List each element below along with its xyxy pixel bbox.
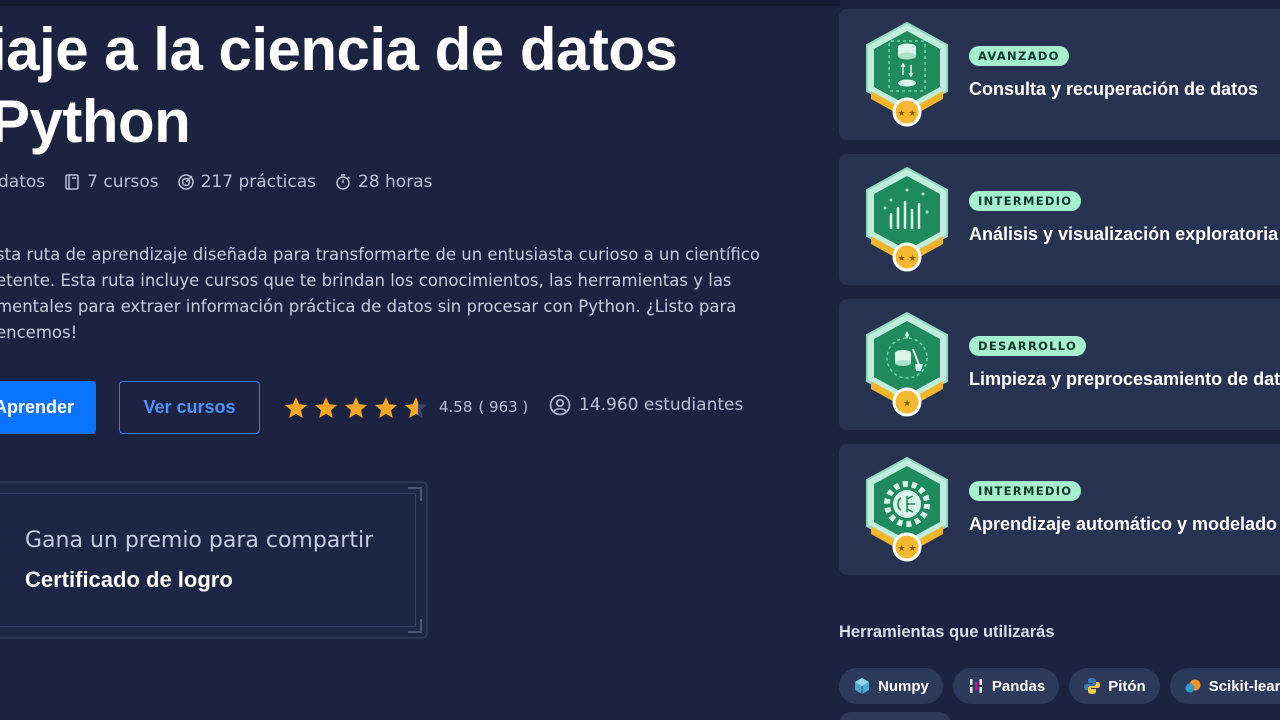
certificate-card: Gana un premio para compartir Certificad… xyxy=(0,481,428,639)
rating-count: ( 963 ) xyxy=(478,398,529,416)
tool-chip-scikit-learn[interactable]: Scikit-learn xyxy=(1169,668,1280,704)
skill-title: Análisis y visualización exploratoria xyxy=(969,224,1279,244)
rating-summary: 4.58 ( 963 ) xyxy=(439,398,528,416)
students-label: 14.960 estudiantes xyxy=(579,395,744,415)
tools-list: Numpy Pandas Pitón Scikit-learn xyxy=(839,668,1280,704)
tool-label: Pandas xyxy=(991,677,1046,695)
skill-card[interactable]: ★ ★ INTERMEDIO Análisis y visualización … xyxy=(839,154,1280,285)
certificate-subtitle: Gana un premio para compartir xyxy=(25,528,374,553)
meta-practices: 217 prácticas xyxy=(177,172,316,192)
tools-heading: Herramientas que utilizarás xyxy=(839,623,1055,641)
svg-text:★: ★ xyxy=(903,399,911,409)
meta-courses-label: 7 cursos xyxy=(87,172,159,192)
brain-gear-icon: ★ ★ xyxy=(861,454,953,564)
star-icon xyxy=(315,397,337,418)
meta-topic: datos xyxy=(0,172,45,192)
level-badge: INTERMEDIO xyxy=(969,481,1082,501)
skill-title: Limpieza y preprocesamiento de datos xyxy=(969,369,1280,389)
tool-chip[interactable] xyxy=(839,712,951,720)
certificate-border xyxy=(0,493,416,627)
tool-label: Numpy xyxy=(878,677,929,695)
book-icon xyxy=(65,174,79,190)
corner-ornament xyxy=(408,487,422,501)
corner-ornament xyxy=(408,619,422,633)
course-description: sta ruta de aprendizaje diseñada para tr… xyxy=(0,245,760,342)
tool-chip-python[interactable]: Pitón xyxy=(1069,668,1160,704)
skill-title: Aprendizaje automático y modelado xyxy=(969,514,1278,534)
broom-database-icon: ★ xyxy=(861,309,953,419)
stopwatch-icon xyxy=(336,174,351,190)
meta-hours-label: 28 horas xyxy=(358,172,433,192)
course-meta: datos 7 cursos 217 prácticas 28 horas xyxy=(0,171,432,193)
tool-chip-numpy[interactable]: Numpy xyxy=(839,668,943,704)
page-title-line-1: iaje a la ciencia de datos xyxy=(0,16,678,83)
level-badge: AVANZADO xyxy=(969,46,1069,66)
star-icon xyxy=(285,397,307,418)
bar-chart-icon: ★ ★ xyxy=(861,164,953,274)
skill-card[interactable]: ★ ★ AVANZADO Consulta y recuperación de … xyxy=(839,9,1280,140)
skill-card[interactable]: ★ DESARROLLO Limpieza y preprocesamiento… xyxy=(839,299,1280,430)
top-divider xyxy=(0,0,840,6)
star-icon xyxy=(405,397,427,418)
students-count: 14.960 estudiantes xyxy=(549,394,743,416)
target-icon xyxy=(177,174,194,190)
star-icon xyxy=(375,397,397,418)
tool-label: Pitón xyxy=(1108,677,1146,695)
svg-text:★ ★: ★ ★ xyxy=(898,544,917,554)
tool-label: Scikit-learn xyxy=(1208,677,1280,695)
level-badge: DESARROLLO xyxy=(969,336,1087,356)
meta-courses: 7 cursos xyxy=(63,172,159,192)
scikit-learn-icon xyxy=(1185,679,1201,693)
database-icon: ★ ★ xyxy=(861,19,953,129)
meta-practices-label: 217 prácticas xyxy=(200,172,316,192)
user-icon xyxy=(549,394,571,416)
skill-title: Consulta y recuperación de datos xyxy=(969,79,1259,99)
rating-value: 4.58 xyxy=(439,398,473,416)
page-title: iaje a la ciencia de datos Python xyxy=(0,14,790,158)
pandas-icon xyxy=(969,679,982,693)
view-courses-button[interactable]: Ver cursos xyxy=(119,381,260,434)
rating-stars xyxy=(283,395,429,421)
level-badge: INTERMEDIO xyxy=(969,191,1082,211)
python-icon xyxy=(1084,678,1101,694)
certificate-title: Certificado de logro xyxy=(25,567,233,592)
svg-text:★ ★: ★ ★ xyxy=(898,254,917,264)
skill-card[interactable]: ★ ★ INTERMEDIO Aprendizaje automático y … xyxy=(839,444,1280,575)
numpy-icon xyxy=(855,678,869,694)
meta-topic-label: datos xyxy=(0,172,46,192)
svg-text:★ ★: ★ ★ xyxy=(898,109,917,119)
meta-hours: 28 horas xyxy=(334,172,432,192)
tool-chip-pandas[interactable]: Pandas xyxy=(952,668,1060,704)
learn-button[interactable]: Aprender xyxy=(0,381,96,434)
star-icon xyxy=(345,397,367,418)
page-title-line-2: Python xyxy=(0,88,191,155)
